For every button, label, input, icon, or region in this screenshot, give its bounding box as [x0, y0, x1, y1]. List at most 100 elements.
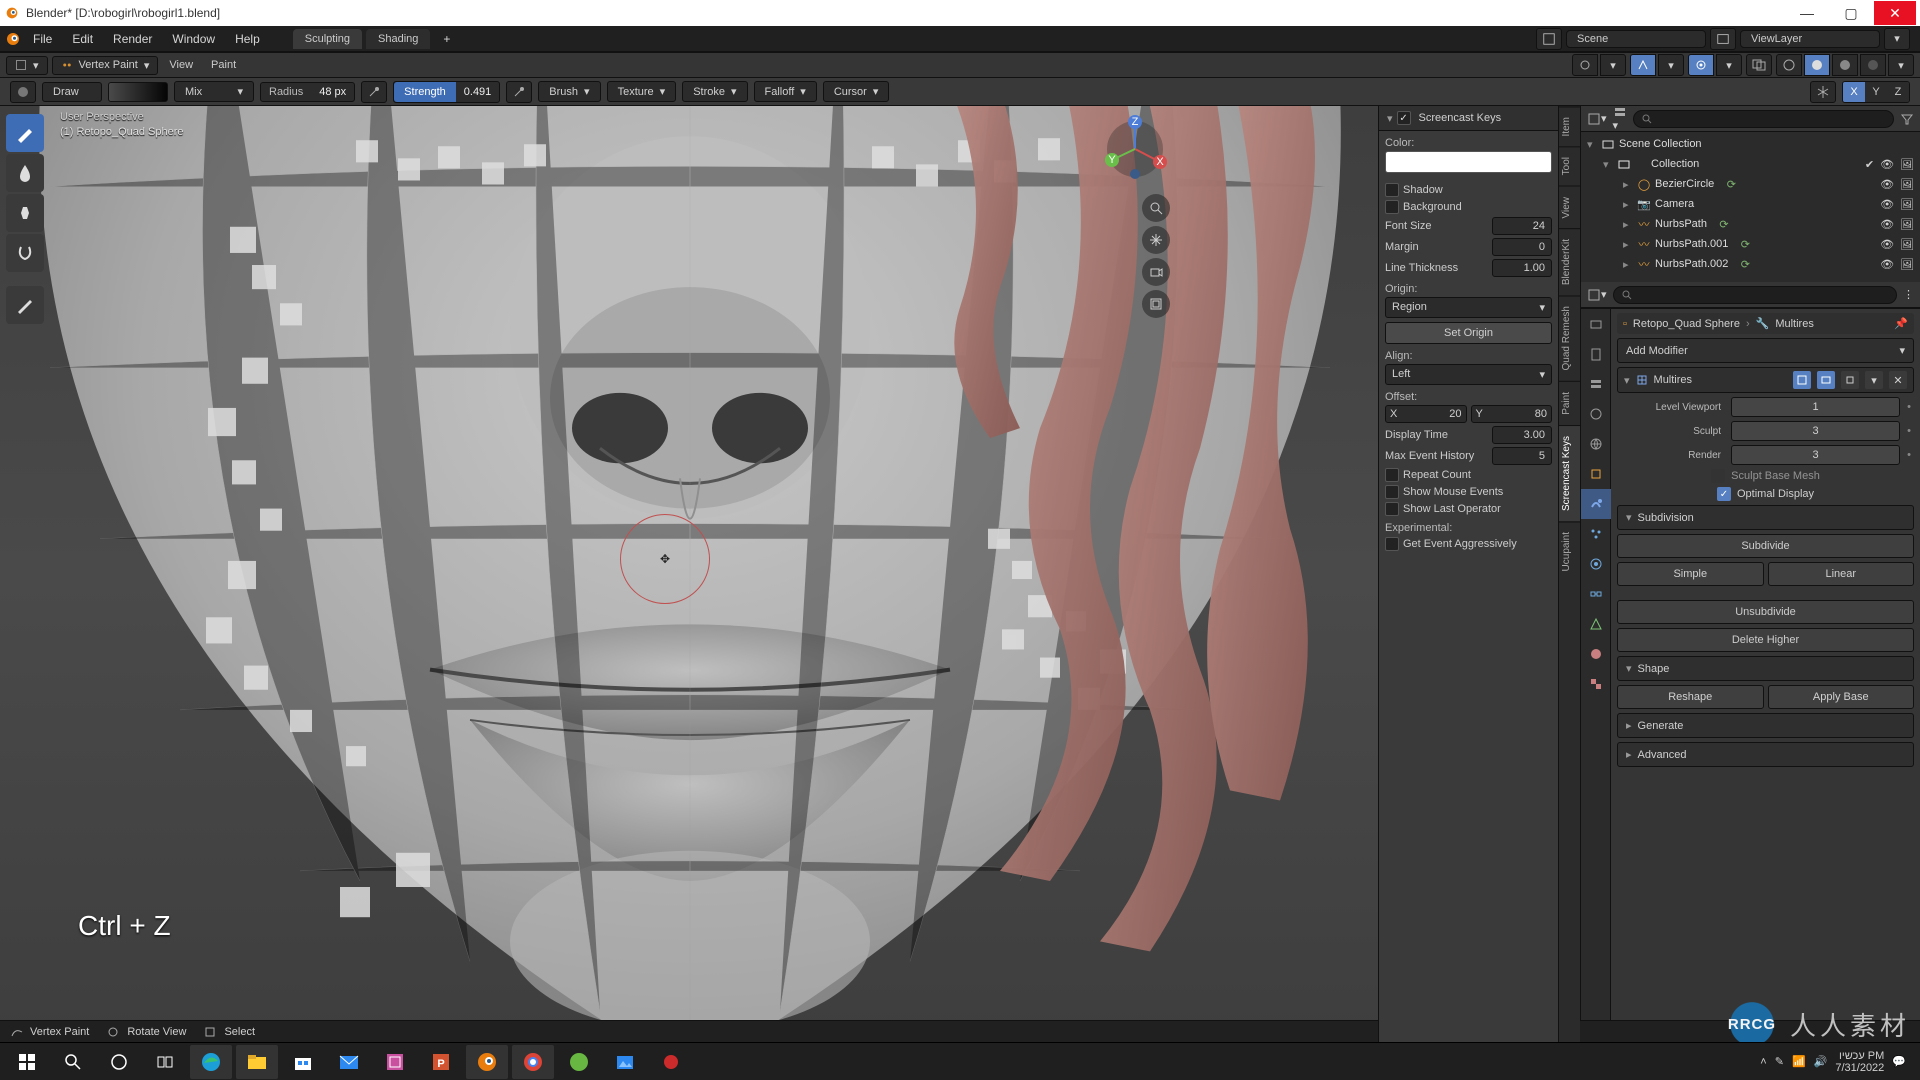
menu-window[interactable]: Window	[163, 28, 224, 50]
npanel-header[interactable]: ▾ Screencast Keys	[1379, 106, 1558, 131]
outliner-editor-icon[interactable]: ▾	[1587, 112, 1607, 126]
ntab-tool[interactable]: Tool	[1559, 146, 1580, 185]
applybase-button[interactable]: Apply Base	[1768, 685, 1915, 709]
properties-options-icon[interactable]: ⋮	[1903, 288, 1914, 301]
modifier-header[interactable]: ▾ Multires ▾ ✕	[1617, 367, 1914, 393]
shading-modes[interactable]: ▾	[1776, 54, 1914, 76]
window-close-button[interactable]: ✕	[1874, 1, 1916, 25]
workspace-add-button[interactable]: +	[434, 28, 459, 50]
taskbar-photos-icon[interactable]	[604, 1045, 646, 1079]
symmetry-axes[interactable]: X Y Z	[1842, 81, 1910, 103]
blendmode-dropdown[interactable]: Mix ▾	[174, 81, 254, 102]
window-min-button[interactable]: —	[1786, 1, 1828, 25]
ptab-output[interactable]	[1581, 339, 1611, 369]
outliner-item-nurbspath002[interactable]: ▸〰NurbsPath.002⟳👁🖼	[1581, 254, 1920, 274]
shape-section[interactable]: ▾Shape	[1617, 656, 1914, 681]
ptab-scene[interactable]	[1581, 399, 1611, 429]
taskview-button[interactable]	[144, 1045, 186, 1079]
ptab-physics[interactable]	[1581, 549, 1611, 579]
tray-network-icon[interactable]: 📶	[1792, 1055, 1806, 1068]
linethick-field[interactable]: 1.00	[1492, 259, 1552, 277]
workspace-tab-sculpting[interactable]: Sculpting	[293, 29, 362, 49]
tray-up-icon[interactable]: ˄	[1760, 1056, 1766, 1068]
outliner-search[interactable]	[1633, 110, 1894, 128]
tray-pen-icon[interactable]: ✎	[1775, 1055, 1784, 1068]
viewlayer-dropdown[interactable]: ViewLayer	[1740, 30, 1880, 48]
strength-field[interactable]: Strength0.491	[393, 81, 500, 103]
screencast-enable-check[interactable]	[1397, 111, 1411, 125]
add-modifier-dropdown[interactable]: Add Modifier▾	[1617, 338, 1914, 363]
scene-icon[interactable]	[1536, 28, 1562, 50]
properties-search[interactable]	[1613, 286, 1897, 304]
taskbar-store-icon[interactable]	[282, 1045, 324, 1079]
outliner-display-icon[interactable]: ▾	[1613, 105, 1627, 132]
optimal-display-check[interactable]: ✓	[1717, 487, 1731, 501]
viewlayer-icon[interactable]	[1710, 28, 1736, 50]
ntab-blenderkit[interactable]: BlenderKit	[1559, 228, 1580, 295]
strength-pressure-toggle[interactable]	[506, 81, 532, 103]
ptab-object[interactable]	[1581, 459, 1611, 489]
ptab-texture[interactable]	[1581, 669, 1611, 699]
zoom-button[interactable]	[1142, 194, 1170, 222]
brush-dropdown[interactable]: Draw	[42, 82, 102, 102]
cursor-menu[interactable]: Cursor ▾	[823, 81, 890, 102]
ntab-quadremesh[interactable]: Quad Remesh	[1559, 295, 1580, 380]
menu-file[interactable]: File	[24, 28, 61, 50]
window-max-button[interactable]: ▢	[1830, 1, 1872, 25]
ntab-screencast[interactable]: Screencast Keys	[1559, 425, 1580, 521]
taskbar-chrome-icon[interactable]	[512, 1045, 554, 1079]
menu-help[interactable]: Help	[226, 28, 269, 50]
filter-icon[interactable]: ▾	[1884, 28, 1910, 50]
mode-dropdown[interactable]: Vertex Paint ▾	[52, 56, 159, 75]
annotate-tool[interactable]	[6, 286, 44, 324]
modifier-extras[interactable]: ▾	[1865, 371, 1883, 389]
generate-section[interactable]: ▸Generate	[1617, 713, 1914, 738]
brush-menu[interactable]: Brush ▾	[538, 81, 600, 102]
taskbar-powerpoint-icon[interactable]: P	[420, 1045, 462, 1079]
ptab-constraints[interactable]	[1581, 579, 1611, 609]
outliner-item-nurbspath001[interactable]: ▸〰NurbsPath.001⟳👁🖼	[1581, 234, 1920, 254]
average-tool[interactable]	[6, 194, 44, 232]
radius-field[interactable]: Radius48 px	[260, 82, 355, 102]
outliner-filter-icon[interactable]	[1900, 112, 1914, 126]
app-logo-icon[interactable]	[4, 30, 22, 48]
ptab-particles[interactable]	[1581, 519, 1611, 549]
linear-button[interactable]: Linear	[1768, 562, 1915, 586]
subdivide-button[interactable]: Subdivide	[1617, 534, 1914, 558]
falloff-menu[interactable]: Falloff ▾	[754, 81, 817, 102]
reshape-button[interactable]: Reshape	[1617, 685, 1764, 709]
search-button[interactable]	[52, 1045, 94, 1079]
3d-viewport[interactable]: ✥ User Perspective (1) Retopo_Quad Spher…	[0, 106, 1378, 1042]
origin-dropdown[interactable]: Region▾	[1385, 297, 1552, 318]
taskbar-edge-icon[interactable]	[190, 1045, 232, 1079]
ptab-render[interactable]	[1581, 309, 1611, 339]
taskbar-pureref-icon[interactable]	[374, 1045, 416, 1079]
ptab-viewlayer[interactable]	[1581, 369, 1611, 399]
unsubdivide-button[interactable]: Unsubdivide	[1617, 600, 1914, 624]
brush-preview-icon[interactable]	[10, 81, 36, 103]
smear-tool[interactable]	[6, 234, 44, 272]
outliner-item-beziercircle[interactable]: ▸◯BezierCircle⟳👁🖼	[1581, 174, 1920, 194]
margin-field[interactable]: 0	[1492, 238, 1552, 256]
tray-clock[interactable]: עכשיו PM7/31/2022	[1835, 1050, 1884, 1074]
ptab-world[interactable]	[1581, 429, 1611, 459]
cortana-button[interactable]	[98, 1045, 140, 1079]
mouse-events-check[interactable]	[1385, 485, 1399, 499]
texture-menu[interactable]: Texture ▾	[607, 81, 677, 102]
persp-ortho-button[interactable]	[1142, 290, 1170, 318]
shadow-check[interactable]	[1385, 183, 1399, 197]
menu-edit[interactable]: Edit	[63, 28, 102, 50]
advanced-section[interactable]: ▸Advanced	[1617, 742, 1914, 767]
symmetry-icon[interactable]	[1810, 81, 1836, 103]
nav-gizmo[interactable]: Z X Y	[1100, 114, 1170, 184]
taskbar-mail-icon[interactable]	[328, 1045, 370, 1079]
ptab-modifier[interactable]	[1581, 489, 1611, 519]
ntab-paint[interactable]: Paint	[1559, 381, 1580, 425]
radius-pressure-toggle[interactable]	[361, 81, 387, 103]
renderlevel-field[interactable]: 3	[1731, 445, 1900, 465]
ntab-item[interactable]: Item	[1559, 106, 1580, 146]
tray-volume-icon[interactable]: 🔊	[1814, 1055, 1828, 1068]
ptab-data[interactable]	[1581, 609, 1611, 639]
outliner-collection[interactable]: ▾ Collection ✔👁🖼	[1581, 154, 1920, 174]
set-origin-button[interactable]: Set Origin	[1385, 322, 1552, 344]
